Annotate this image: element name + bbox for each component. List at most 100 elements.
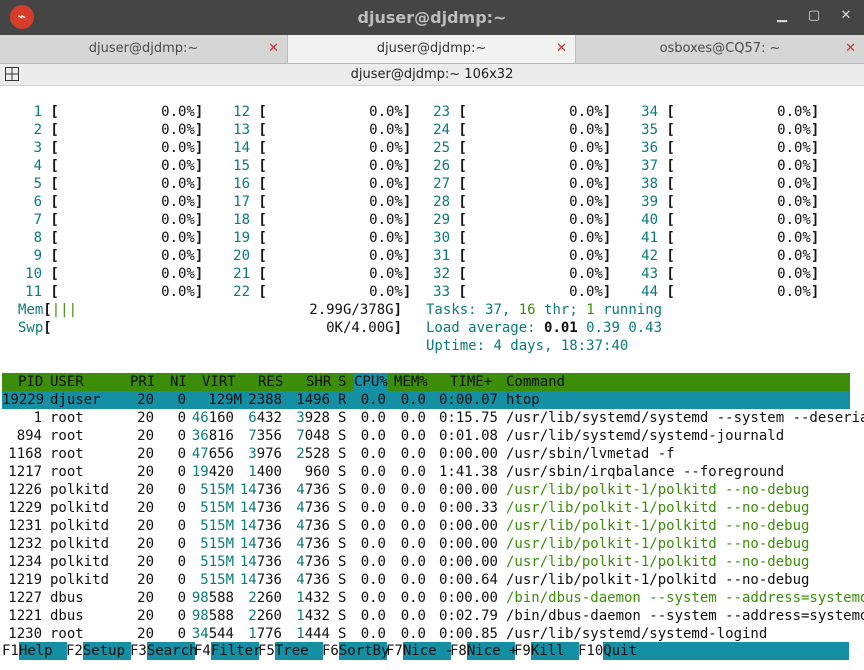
close-icon[interactable]: ✕ [556, 35, 567, 63]
fkey-quit-button[interactable]: F10Quit [578, 642, 850, 660]
user-cell: root [50, 428, 84, 444]
fkey-kill-button[interactable]: F9Kill [514, 642, 579, 660]
terminal-area[interactable]: 1 [0.0%] 2 [0.0%] 3 [0.0%] 4 [0.0%] 5 [0.0%]… [0, 86, 864, 670]
tab-1[interactable]: djuser@djdmp:~ ✕ [0, 35, 288, 63]
table-row[interactable]: 894 root 20 0 36816 7356 7048 S 0.0 0.0 0:01.08/us… [2, 427, 850, 445]
res-cell: 14736 [234, 571, 282, 589]
table-row[interactable]: 1226 polkitd 20 0 515M 14736 4736 S 0.0 0.0 0:00.0… [2, 481, 850, 499]
tab-2[interactable]: djuser@djdmp:~ ✕ [288, 35, 576, 63]
col-time[interactable]: TIME+ [450, 373, 492, 391]
uptime-line: Uptime: 4 days, 18:37:40 [426, 337, 628, 355]
cpu-meter: 31 [0.0%] [426, 247, 611, 265]
table-row[interactable]: 1 root 20 0 46160 6432 3928 S 0.0 0.0 0:15.75/usr/… [2, 409, 864, 427]
virt-cell: 515M [178, 499, 234, 517]
table-row[interactable]: 1219 polkitd 20 0 515M 14736 4736 S 0.0 0.0 0:00.6… [2, 571, 850, 589]
command-cell: /usr/lib/polkit-1/polkitd --no-debug [506, 500, 810, 516]
terminal-subtitle-bar: djuser@djdmp:~ 106x32 [0, 64, 864, 86]
minimize-icon[interactable]: ▁ [772, 6, 792, 26]
col-pid[interactable]: PID [18, 373, 43, 391]
fkey-nice-button[interactable]: F7Nice - [386, 642, 453, 660]
table-row[interactable]: 1232 polkitd 20 0 515M 14736 4736 S 0.0 0.0 0:00.0… [2, 535, 850, 553]
shr-minor: 432 [304, 590, 330, 606]
tab-3[interactable]: osboxes@CQ57: ~ ✕ [576, 35, 864, 63]
table-row[interactable]: 1221 dbus 20 0 98588 2260 1432 S 0.0 0.0 0:02.79/b… [2, 607, 864, 625]
col-mem[interactable]: MEM% [394, 373, 428, 391]
cpu-number: 41 [641, 230, 658, 246]
fkey-label: F9 [514, 643, 531, 659]
load-15: 0.43 [628, 320, 663, 336]
fkey-setup-button[interactable]: F2Setup [66, 642, 131, 660]
shr-cell: 4736 [290, 535, 330, 553]
virt-cell: 129M [208, 392, 242, 408]
fkey-help-button[interactable]: F1Help [2, 642, 67, 660]
shr-minor: 528 [304, 446, 330, 462]
cpu-percent: 0.0% [161, 176, 195, 192]
cpu-percent: 0.0% [369, 194, 403, 210]
cpu-number: 9 [33, 248, 42, 264]
res-major: 14 [239, 554, 257, 570]
title-bar[interactable]: ⌁ djuser@djdmp:~ ▁ ▢ ✕ [0, 0, 864, 35]
fkey-sortby-button[interactable]: F6SortBy [322, 642, 389, 660]
res-minor: 736 [256, 554, 282, 570]
cpu-meter: 3 [0.0%] [18, 139, 204, 157]
command-cell: /usr/lib/polkit-1/polkitd --no-debug [506, 536, 810, 552]
mem-value-line: 2.99G/378G] [309, 302, 402, 318]
col-virt[interactable]: VIRT [202, 373, 236, 391]
table-row[interactable]: 1229 polkitd 20 0 515M 14736 4736 S 0.0 0.0 0:00.3… [2, 499, 850, 517]
cpu-percent: 0.0% [777, 158, 811, 174]
col-pri[interactable]: PRI [130, 373, 155, 391]
function-key-bar: F1Help F2Setup F3Search F4Filter F5Tree F6Sor… [2, 642, 864, 660]
shr-cell: 960 [290, 463, 330, 481]
close-icon[interactable]: ✕ [268, 35, 279, 63]
shr-minor: 960 [304, 464, 330, 480]
cpu-number: 31 [433, 248, 450, 264]
tasks-line: Tasks: 37, 16 thr; 1 running [426, 301, 662, 319]
col-res[interactable]: RES [258, 373, 283, 391]
cpu-meter: 2 [0.0%] [18, 121, 204, 139]
pid-cell: 1 [33, 410, 42, 426]
state-cell: S [338, 500, 347, 516]
pri-cell: 20 [137, 392, 154, 408]
table-row[interactable]: 1217 root 20 0 19420 1400 960 S 0.0 0.0 1:41.38/us… [2, 463, 850, 481]
close-icon[interactable]: ✕ [845, 35, 856, 63]
fkey-name: Filter [210, 642, 262, 660]
table-row[interactable]: 1227 dbus 20 0 98588 2260 1432 S 0.0 0.0 0:00.00/b… [2, 589, 864, 607]
time-cell: 0:00.00 [438, 446, 498, 462]
col-shr[interactable]: SHR [306, 373, 331, 391]
shr-major: 1 [296, 590, 305, 606]
table-row[interactable]: 1230 root 20 0 34544 1776 1444 S 0.0 0.0 0:00.85/u… [2, 625, 850, 643]
fkey-name: Quit [603, 642, 850, 660]
col-cpu[interactable]: CPU% [354, 373, 388, 391]
shr-minor: 736 [304, 500, 330, 516]
maximize-icon[interactable]: ▢ [804, 6, 824, 26]
fkey-tree-button[interactable]: F5Tree [258, 642, 323, 660]
cpu-number: 22 [233, 284, 250, 300]
cpu-meter: 44 [0.0%] [634, 283, 819, 301]
virt-cell: 46160 [178, 409, 234, 427]
virt-minor: 656 [208, 446, 234, 462]
close-icon[interactable]: ✕ [836, 6, 856, 26]
res-minor: 260 [256, 608, 282, 624]
table-row[interactable]: 1168 root 20 0 47656 3976 2528 S 0.0 0.0 0:00.00/u… [2, 445, 850, 463]
shr-cell: 3928 [290, 409, 330, 427]
cpu-meter: 1 [0.0%] [18, 103, 204, 121]
cpu-meter: 39 [0.0%] [634, 193, 819, 211]
table-row[interactable]: 19229 djuser 20 0 129M 2388 1496 R 0.0 0.0 0:00.07… [2, 391, 850, 409]
mem-cell: 0.0 [400, 608, 426, 624]
pri-cell: 20 [137, 554, 154, 570]
command-cell: /usr/lib/systemd/systemd --system --dese… [506, 410, 864, 426]
col-user[interactable]: USER [50, 373, 84, 391]
table-row[interactable]: 1231 polkitd 20 0 515M 14736 4736 S 0.0 0.0 0:00.0… [2, 517, 850, 535]
pid-cell: 1229 [8, 500, 42, 516]
virt-minor: 544 [208, 626, 234, 642]
shr-major: 2 [296, 446, 305, 462]
fkey-search-button[interactable]: F3Search [130, 642, 197, 660]
table-row[interactable]: 1234 polkitd 20 0 515M 14736 4736 S 0.0 0.0 0:00.0… [2, 553, 850, 571]
fkey-filter-button[interactable]: F4Filter [194, 642, 262, 660]
res-minor: 976 [256, 446, 282, 462]
cpu-meter: 9 [0.0%] [18, 247, 204, 265]
fkey-nice-button[interactable]: F8Nice + [450, 642, 517, 660]
col-ni[interactable]: NI [170, 373, 187, 391]
col-s[interactable]: S [338, 373, 346, 391]
col-command[interactable]: Command [506, 373, 565, 391]
